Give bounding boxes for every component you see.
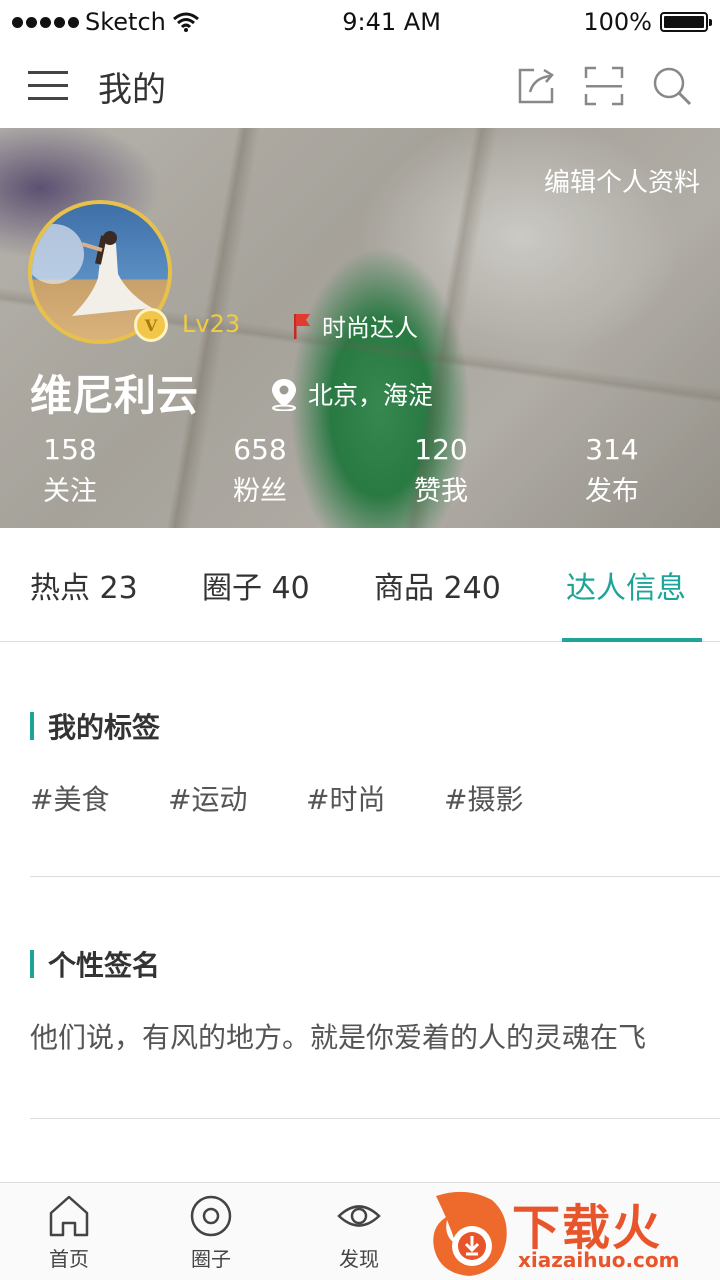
tags-section-header: 我的标签 — [30, 706, 160, 746]
vip-badge-icon: V — [134, 308, 168, 342]
section-title: 我的标签 — [48, 711, 161, 744]
profile-tabs: 热点 23 圈子 40 商品 240 达人信息 — [0, 528, 720, 642]
tag-item[interactable]: #运动 — [168, 778, 306, 818]
tab-talent-info[interactable]: 达人信息 — [566, 528, 686, 642]
menu-icon[interactable] — [28, 69, 68, 103]
active-tab-indicator — [562, 638, 702, 642]
wifi-icon — [172, 12, 199, 32]
home-icon — [49, 1195, 89, 1237]
flame-logo-icon — [433, 1191, 507, 1276]
nav-actions — [516, 66, 692, 106]
stat-label: 粉丝 — [233, 476, 287, 507]
stat-value: 120 — [414, 433, 468, 466]
bottom-tab-discover[interactable]: 发现 — [314, 1193, 404, 1272]
stat-label: 关注 — [43, 476, 97, 507]
vip-badge-letter: V — [144, 315, 158, 335]
stat-label: 发布 — [585, 476, 639, 507]
profile-header: 编辑个人资料 V Lv23 时尚达人 维尼利云 北京，海淀 158 关注 658… — [0, 128, 720, 528]
search-icon[interactable] — [652, 66, 692, 106]
user-name: 维尼利云 — [30, 371, 199, 420]
battery-percent: 100% — [583, 8, 652, 36]
talent-badge: 时尚达人 — [292, 308, 418, 343]
stat-likes[interactable]: 120 赞我 — [381, 430, 501, 514]
divider — [30, 876, 720, 877]
tag-item[interactable]: #时尚 — [306, 778, 444, 818]
section-accent-bar — [30, 712, 34, 740]
signature-text: 他们说，有风的地方。就是你爱着的人的灵魂在飞 — [30, 1021, 647, 1054]
eye-icon — [337, 1205, 381, 1227]
section-title: 个性签名 — [48, 949, 161, 982]
signal-dots-icon — [12, 16, 79, 28]
stat-following[interactable]: 158 关注 — [10, 430, 130, 514]
status-bar: Sketch 9:41 AM 100% — [0, 0, 720, 44]
tag-item[interactable]: #美食 — [30, 778, 168, 818]
user-level: Lv23 — [182, 310, 241, 338]
bottom-tab-label: 圈子 — [191, 1247, 231, 1271]
scan-icon[interactable] — [584, 66, 624, 106]
bottom-tab-home[interactable]: 首页 — [24, 1193, 114, 1272]
status-right: 100% — [583, 8, 712, 36]
carrier-label: Sketch — [85, 8, 166, 36]
signature-section-header: 个性签名 — [30, 944, 160, 984]
watermark-url: xiazaihuo.com — [518, 1248, 680, 1272]
stat-value: 658 — [233, 433, 287, 466]
stat-posts[interactable]: 314 发布 — [552, 430, 672, 514]
battery-icon — [659, 12, 712, 32]
tab-products[interactable]: 商品 240 — [374, 528, 501, 642]
bottom-tab-label: 首页 — [49, 1247, 89, 1271]
watermark-logo: 下载火 xiazaihuo.com — [426, 1186, 720, 1280]
section-accent-bar — [30, 950, 34, 978]
edit-profile-link[interactable]: 编辑个人资料 — [544, 162, 700, 199]
status-left: Sketch — [12, 8, 200, 36]
circle-icon — [190, 1195, 232, 1237]
stat-fans[interactable]: 658 粉丝 — [200, 430, 320, 514]
divider — [30, 1118, 720, 1119]
location-text: 北京，海淀 — [308, 381, 434, 410]
location: 北京，海淀 — [270, 376, 433, 412]
tab-hot[interactable]: 热点 23 — [30, 528, 138, 642]
stat-value: 314 — [585, 433, 639, 466]
stat-value: 158 — [43, 433, 97, 466]
flag-icon — [294, 313, 310, 339]
stat-label: 赞我 — [414, 476, 468, 507]
share-icon[interactable] — [516, 66, 556, 106]
page-title: 我的 — [98, 69, 166, 110]
tag-item[interactable]: #摄影 — [444, 778, 582, 818]
location-pin-icon — [272, 379, 296, 411]
tab-circles[interactable]: 圈子 40 — [202, 528, 310, 642]
nav-bar: 我的 — [0, 44, 720, 128]
tag-list: #美食 #运动 #时尚 #摄影 — [30, 778, 582, 818]
talent-label: 时尚达人 — [322, 314, 418, 342]
status-time: 9:41 AM — [342, 8, 441, 36]
bottom-tab-circles[interactable]: 圈子 — [166, 1193, 256, 1272]
bottom-tab-label: 发现 — [339, 1247, 379, 1271]
